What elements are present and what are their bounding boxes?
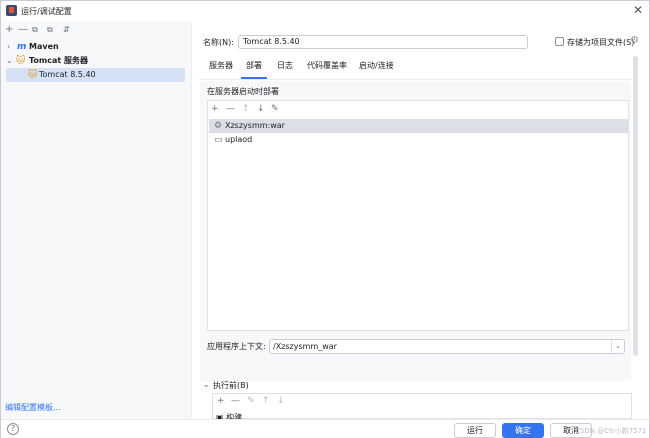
watermark: CSDN @Ctr小新7571 — [575, 427, 647, 435]
name-field[interactable]: Tomcat 8.5.40 — [238, 35, 528, 49]
gear-icon[interactable]: ⚙ — [630, 35, 639, 46]
help-icon[interactable]: ? — [7, 423, 19, 435]
ok-button[interactable]: 确定 — [502, 423, 544, 438]
sort-icon[interactable]: ⇵ — [63, 24, 70, 36]
store-as-file-label[interactable]: 存储为项目文件(S) — [567, 37, 634, 48]
config-editor: 名称(N): Tomcat 8.5.40 存储为项目文件(S) ⚙ 服务器 部署… — [193, 21, 649, 422]
app-context-label: 应用程序上下文: — [207, 342, 266, 351]
window-title: 运行/调试配置 — [21, 7, 72, 16]
close-icon[interactable]: ✕ — [633, 3, 643, 17]
tomcat-icon: 🐱 — [16, 56, 26, 66]
tab-logs[interactable]: 日志 — [277, 61, 293, 71]
list-item[interactable]: ⚙ Xzszysmm:war — [209, 119, 628, 133]
folder-name: uplaod — [225, 135, 253, 144]
dialog-footer: ? 运行 确定 取消 — [1, 419, 649, 438]
tab-code-coverage[interactable]: 代码覆盖率 — [307, 61, 347, 71]
title-bar: 运行/调试配置 ✕ — [1, 1, 649, 21]
name-label: 名称(N): — [203, 38, 234, 47]
deploy-section-title: 在服务器启动时部署 — [207, 87, 279, 96]
artifact-icon: ⚙ — [214, 121, 223, 131]
active-tab-indicator — [241, 77, 267, 79]
tree-item-tomcat-group[interactable]: ⌄ 🐱 Tomcat 服务器 — [1, 54, 192, 68]
list-item[interactable]: ▭ uplaod — [209, 133, 628, 147]
edit-icon[interactable]: ✎ — [247, 395, 255, 407]
chevron-down-icon[interactable]: ⌄ — [611, 340, 624, 353]
chevron-down-icon[interactable]: ⌄ — [6, 54, 13, 68]
tab-deployment[interactable]: 部署 — [246, 61, 262, 71]
before-launch-title[interactable]: 执行前(B) — [213, 380, 249, 391]
copy-config-icon[interactable]: ⧉ — [32, 24, 38, 36]
deployment-list: + — ↑ ↓ ✎ ⚙ Xzszysmm:war ▭ uplaod — [207, 100, 629, 331]
tomcat-icon: 🐱 — [28, 70, 38, 80]
move-up-icon[interactable]: ↑ — [242, 103, 250, 115]
tree-item-maven[interactable]: › m Maven — [1, 40, 192, 54]
run-button[interactable]: 运行 — [454, 423, 496, 438]
chevron-right-icon[interactable]: › — [7, 40, 10, 54]
edit-icon[interactable]: ✎ — [271, 103, 279, 115]
run-debug-config-dialog: 运行/调试配置 ✕ + — ⧉ ⧉ ⇵ › m Maven ⌄ 🐱 Tomcat… — [0, 0, 650, 438]
save-config-icon[interactable]: ⧉ — [47, 24, 53, 36]
remove-config-icon[interactable]: — — [18, 24, 28, 36]
move-down-icon[interactable]: ↓ — [257, 103, 265, 115]
tree-label-tomcat: Tomcat 服务器 — [29, 56, 88, 65]
artifact-name: Xzszysmm:war — [225, 121, 285, 130]
edit-templates-link[interactable]: 编辑配置模板... — [5, 402, 61, 413]
tree-item-tomcat-8540[interactable]: 🐱 Tomcat 8.5.40 — [6, 68, 185, 82]
tab-divider — [199, 79, 633, 80]
remove-icon[interactable]: — — [226, 103, 235, 115]
maven-icon: m — [17, 42, 27, 52]
move-down-icon[interactable]: ↓ — [277, 395, 285, 407]
add-config-icon[interactable]: + — [5, 24, 13, 36]
app-logo-icon — [6, 5, 17, 16]
before-launch-list: + — ✎ ↑ ↓ ▣ 构建 — [212, 393, 632, 422]
scrollbar[interactable] — [633, 56, 638, 356]
move-up-icon[interactable]: ↑ — [262, 395, 270, 407]
tree-label-maven: Maven — [29, 42, 59, 51]
add-icon[interactable]: + — [211, 103, 219, 115]
chevron-down-icon[interactable]: ⌄ — [203, 380, 210, 389]
remove-icon[interactable]: — — [231, 395, 240, 407]
app-context-field[interactable]: /Xzszysmm_war ⌄ — [269, 339, 625, 354]
tree-label-tomcat-8540: Tomcat 8.5.40 — [39, 70, 96, 79]
tab-server[interactable]: 服务器 — [209, 61, 233, 71]
store-as-file-checkbox[interactable] — [555, 37, 564, 46]
config-sidebar: + — ⧉ ⧉ ⇵ › m Maven ⌄ 🐱 Tomcat 服务器 🐱 Tom… — [1, 21, 192, 419]
folder-icon: ▭ — [214, 135, 223, 145]
app-context-value: /Xzszysmm_war — [273, 342, 337, 351]
tab-startup-connection[interactable]: 启动/连接 — [359, 61, 394, 71]
add-icon[interactable]: + — [217, 395, 225, 407]
